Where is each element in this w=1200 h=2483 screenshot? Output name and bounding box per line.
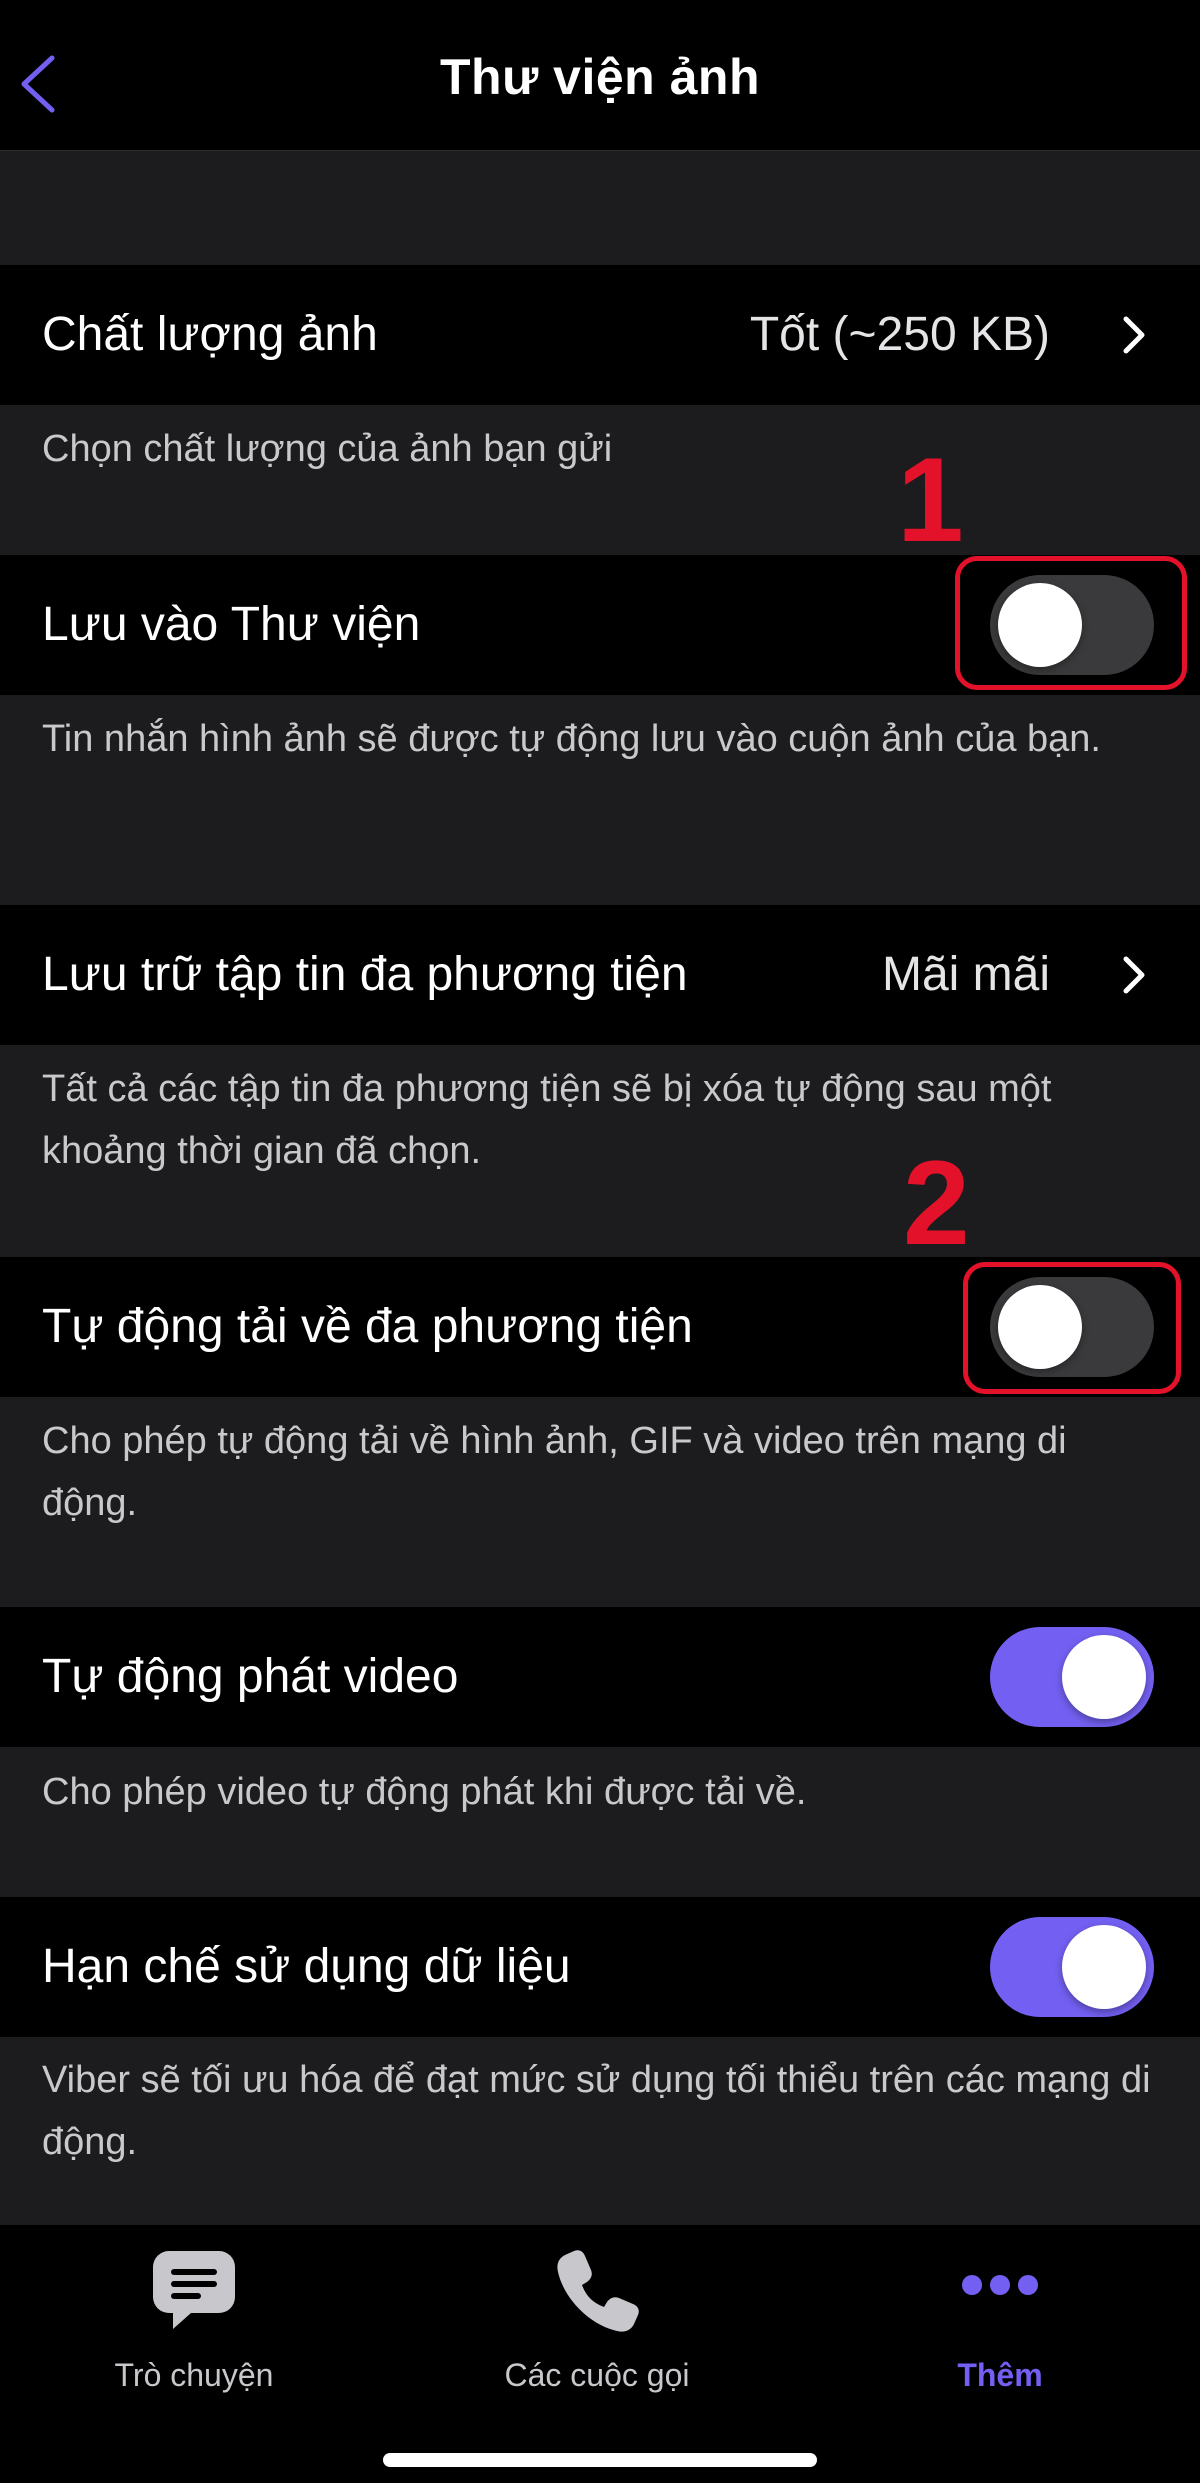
chevron-right-icon [1123,316,1145,354]
tab-more-label: Thêm [957,2357,1043,2393]
save-to-gallery-label: Lưu vào Thư viện [42,598,421,651]
autoplay-video-label: Tự động phát video [42,1650,459,1703]
toggle-knob [1062,1635,1146,1719]
autoplay-video-toggle[interactable] [990,1627,1154,1727]
tab-chats-label: Trò chuyện [114,2357,274,2393]
auto-download-description: Cho phép tự động tải về hình ảnh, GIF và… [42,1420,1067,1524]
tab-calls[interactable]: Các cuộc gọi [447,2245,747,2405]
phone-icon [557,2250,639,2332]
data-saver-row: Hạn chế sử dụng dữ liệu [0,1897,1200,2037]
media-storage-value: Mãi mãi [881,948,1050,1001]
media-storage-label: Lưu trữ tập tin đa phương tiện [42,948,688,1001]
more-dots-icon [962,2275,1038,2295]
media-storage-description: Tất cả các tập tin đa phương tiện sẽ bị … [42,1068,1052,1172]
annotation-number-2: 2 [903,1136,970,1270]
annotation-box-2 [963,1262,1181,1394]
home-indicator [383,2453,817,2467]
auto-download-label: Tự động tải về đa phương tiện [42,1300,693,1353]
tab-chats[interactable]: Trò chuyện [44,2245,344,2405]
photo-quality-value: Tốt (~250 KB) [749,308,1050,361]
toggle-knob [1062,1925,1146,2009]
chat-bubble-icon [153,2251,235,2329]
annotation-box-1 [955,556,1187,690]
photo-quality-row[interactable]: Chất lượng ảnh Tốt (~250 KB) [0,265,1200,405]
navigation-header: Thư viện ảnh [0,0,1200,151]
media-storage-row[interactable]: Lưu trữ tập tin đa phương tiện Mãi mãi [0,905,1200,1045]
autoplay-video-row: Tự động phát video [0,1607,1200,1747]
tab-more[interactable]: Thêm [850,2245,1150,2405]
photo-quality-label: Chất lượng ảnh [42,308,378,361]
autoplay-video-description: Cho phép video tự động phát khi được tải… [42,1771,807,1813]
bottom-tab-bar: Trò chuyện Các cuộc gọi Thêm [0,2225,1200,2483]
chevron-right-icon [1123,956,1145,994]
data-saver-toggle[interactable] [990,1917,1154,2017]
photo-quality-description: Chọn chất lượng của ảnh bạn gửi [42,428,613,470]
tab-calls-label: Các cuộc gọi [504,2357,690,2393]
data-saver-label: Hạn chế sử dụng dữ liệu [42,1940,571,1993]
page-title: Thư viện ảnh [439,49,760,105]
data-saver-description: Viber sẽ tối ưu hóa để đạt mức sử dụng t… [42,2059,1151,2163]
annotation-number-1: 1 [897,433,964,567]
save-to-gallery-description: Tin nhắn hình ảnh sẽ được tự động lưu và… [42,718,1101,760]
